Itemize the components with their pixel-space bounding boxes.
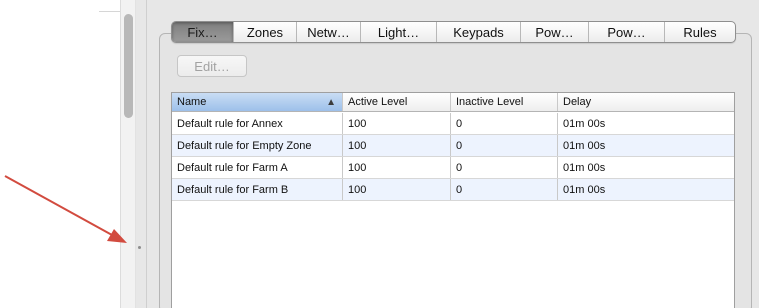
column-header-delay[interactable]: Delay <box>558 93 734 111</box>
tab-lighting[interactable]: Light… <box>361 22 437 42</box>
tab-keypads[interactable]: Keypads <box>437 22 521 42</box>
table-body: Default rule for Annex 100 0 01m 00s Def… <box>172 113 734 201</box>
sort-ascending-icon: ▲ <box>326 97 336 108</box>
cell-name: Default rule for Farm A <box>172 157 343 178</box>
cell-inactive-level: 0 <box>451 157 558 178</box>
cell-active-level: 100 <box>343 135 451 156</box>
table-row[interactable]: Default rule for Annex 100 0 01m 00s <box>172 113 734 135</box>
tab-zones[interactable]: Zones <box>234 22 297 42</box>
split-view-divider[interactable] <box>146 0 147 308</box>
table-header: Name ▲ Active Level Inactive Level Delay <box>172 93 734 112</box>
tab-network[interactable]: Netw… <box>297 22 361 42</box>
column-header-inactive-level[interactable]: Inactive Level <box>451 93 558 111</box>
cell-delay: 01m 00s <box>563 161 606 174</box>
edit-button[interactable]: Edit… <box>177 55 247 77</box>
tab-power-2[interactable]: Pow… <box>589 22 665 42</box>
column-header-label: Name <box>177 96 207 108</box>
vertical-scrollbar[interactable] <box>120 0 136 308</box>
cell-active-level: 100 <box>343 113 451 134</box>
left-pane <box>0 0 120 308</box>
cell-inactive-level: 0 <box>451 135 558 156</box>
rules-table: Name ▲ Active Level Inactive Level Delay… <box>171 92 735 308</box>
tab-fixtures[interactable]: Fix… <box>172 22 234 42</box>
cell-name: Default rule for Annex <box>172 113 343 134</box>
cell-name: Default rule for Farm B <box>172 179 343 200</box>
column-header-name[interactable]: Name ▲ <box>172 93 343 111</box>
cell-delay: 01m 00s <box>563 117 606 130</box>
cell-name: Default rule for Empty Zone <box>172 135 343 156</box>
table-row[interactable]: Default rule for Empty Zone 100 0 01m 00… <box>172 135 734 157</box>
cell-delay: 01m 00s <box>563 183 606 196</box>
cell-active-level: 100 <box>343 179 451 200</box>
table-row[interactable]: Default rule for Farm A 100 0 01m 00s <box>172 157 734 179</box>
tab-rules[interactable]: Rules <box>665 22 735 42</box>
pane-top-border <box>99 11 120 12</box>
tab-power-1[interactable]: Pow… <box>521 22 589 42</box>
table-row[interactable]: Default rule for Farm B 100 0 01m 00s <box>172 179 734 201</box>
tab-bar: Fix… Zones Netw… Light… Keypads Pow… Pow… <box>171 21 736 43</box>
cell-inactive-level: 0 <box>451 179 558 200</box>
cell-active-level: 100 <box>343 157 451 178</box>
scrollbar-thumb[interactable] <box>124 14 133 118</box>
column-header-active-level[interactable]: Active Level <box>343 93 451 111</box>
splitter-handle-icon[interactable] <box>138 246 141 249</box>
cell-inactive-level: 0 <box>451 113 558 134</box>
cell-delay: 01m 00s <box>563 139 606 152</box>
